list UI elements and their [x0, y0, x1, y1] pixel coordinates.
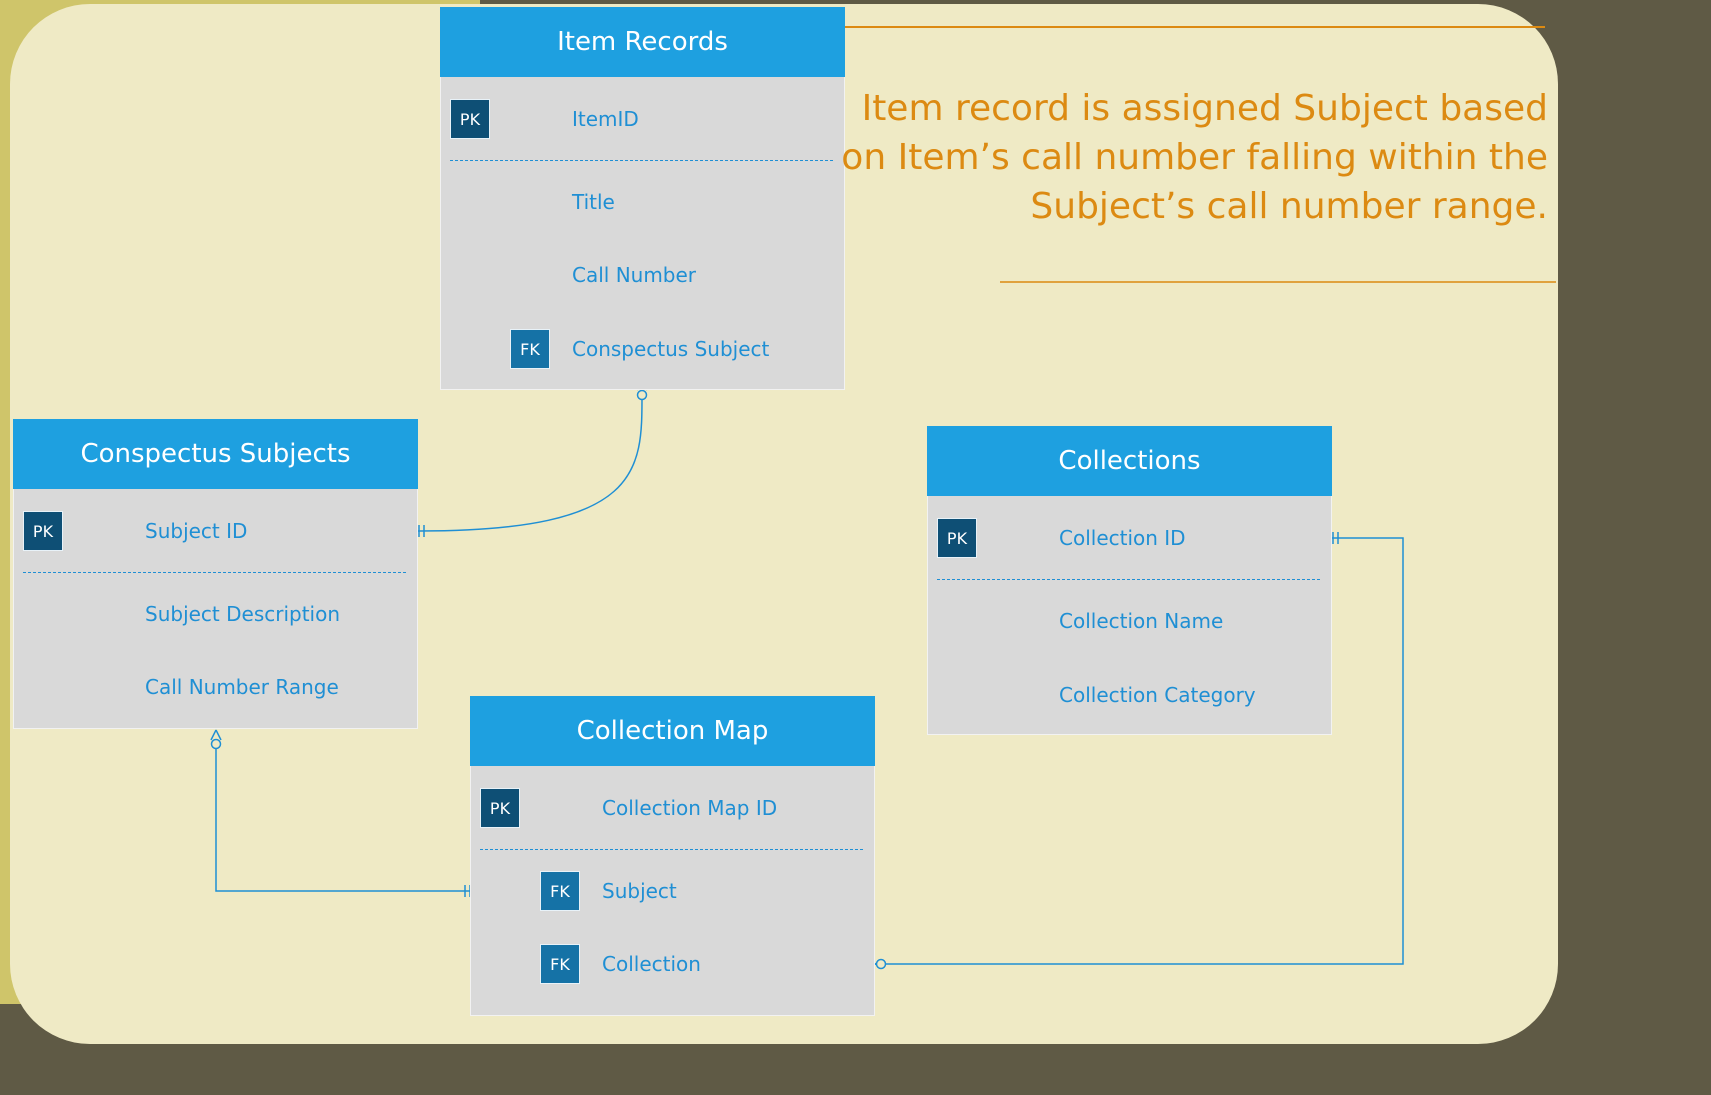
entity-title: Collections	[927, 426, 1332, 496]
field-row-pk[interactable]: PK ItemID	[440, 99, 845, 139]
field-row-pk[interactable]: PK Collection Map ID	[470, 788, 875, 828]
annotation-text: Item record is assigned Subject based on…	[828, 84, 1548, 231]
field-label: Collection	[602, 952, 701, 976]
field-label: Subject Description	[145, 602, 341, 626]
field-row-pk[interactable]: PK Subject ID	[13, 511, 418, 551]
entity-title: Conspectus Subjects	[13, 419, 418, 489]
field-label: Subject ID	[145, 519, 248, 543]
pk-separator	[480, 849, 863, 850]
field-row[interactable]: Title	[440, 182, 845, 222]
entity-collections[interactable]: Collections PK Collection ID Collection …	[927, 426, 1332, 735]
field-row-fk[interactable]: FK Collection	[470, 944, 875, 984]
field-row[interactable]: Call Number Range	[13, 667, 418, 707]
entity-title: Item Records	[440, 7, 845, 77]
link-item-subject	[410, 394, 643, 532]
field-label: Call Number Range	[145, 675, 339, 699]
pk-badge: PK	[480, 788, 520, 828]
fk-badge: FK	[540, 871, 580, 911]
field-label: Conspectus Subject	[572, 337, 770, 361]
annotation-line: Subject’s call number range.	[1030, 186, 1548, 227]
pk-separator	[450, 160, 833, 161]
pk-badge: PK	[937, 518, 977, 558]
field-row-pk[interactable]: PK Collection ID	[927, 518, 1332, 558]
fk-badge: FK	[540, 944, 580, 984]
field-row[interactable]: Collection Category	[927, 675, 1332, 715]
field-row-fk[interactable]: FK Conspectus Subject	[440, 329, 845, 369]
annotation-leader-line	[802, 26, 1545, 34]
annotation-line: on Item’s call number falling within the	[841, 137, 1548, 178]
field-label: Collection Category	[1059, 683, 1256, 707]
field-label: Collection Name	[1059, 609, 1224, 633]
field-row-fk[interactable]: FK Subject	[470, 871, 875, 911]
fk-badge: FK	[510, 329, 550, 369]
field-label: ItemID	[572, 107, 639, 131]
field-label: Subject	[602, 879, 677, 903]
field-row[interactable]: Call Number	[440, 255, 845, 295]
entity-title: Collection Map	[470, 696, 875, 766]
field-label: Call Number	[572, 263, 697, 287]
entity-item-records[interactable]: Item Records PK ItemID Title Call Number…	[440, 7, 845, 390]
pk-badge: PK	[23, 511, 63, 551]
pk-separator	[23, 572, 406, 573]
field-row[interactable]: Subject Description	[13, 594, 418, 634]
field-label: Collection ID	[1059, 526, 1186, 550]
pk-separator	[937, 579, 1320, 580]
pk-badge: PK	[450, 99, 490, 139]
crowfoot-zero-many-icon	[210, 729, 222, 750]
entity-conspectus-subjects[interactable]: Conspectus Subjects PK Subject ID Subjec…	[13, 419, 418, 729]
link-subject-map	[215, 744, 480, 892]
field-row[interactable]: Collection Name	[927, 601, 1332, 641]
field-label: Collection Map ID	[602, 796, 778, 820]
field-label: Title	[572, 190, 615, 214]
annotation-line: Item record is assigned Subject based	[861, 88, 1548, 129]
entity-collection-map[interactable]: Collection Map PK Collection Map ID FK S…	[470, 696, 875, 1016]
